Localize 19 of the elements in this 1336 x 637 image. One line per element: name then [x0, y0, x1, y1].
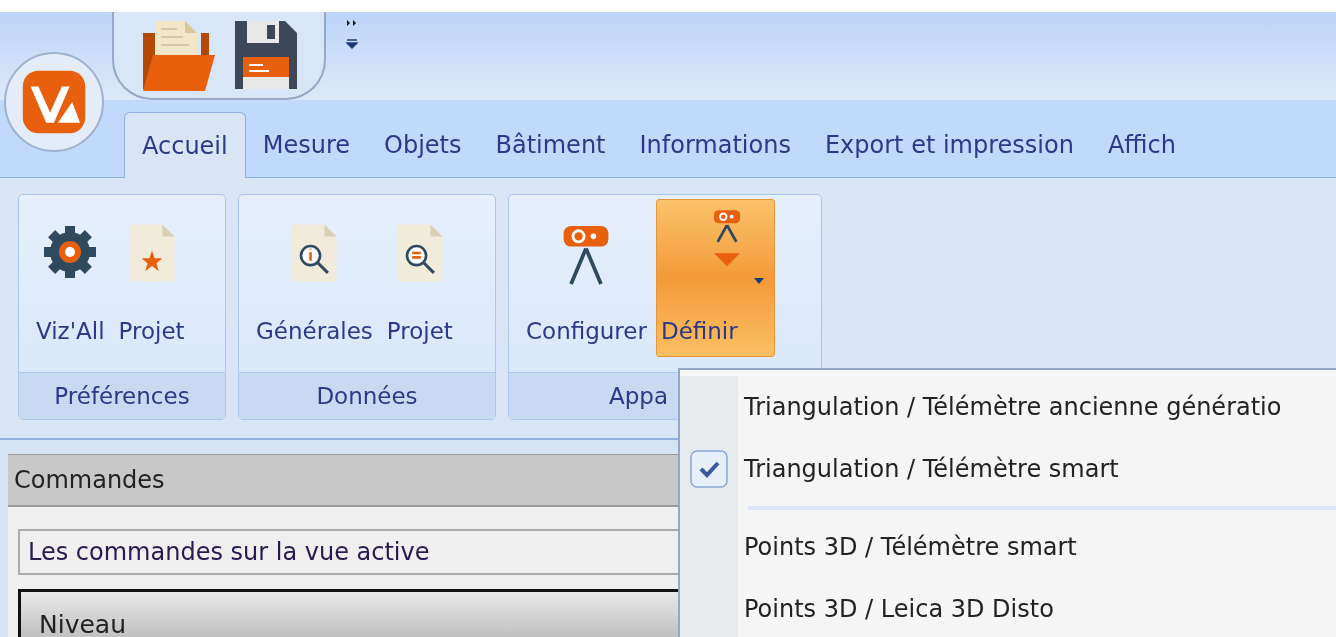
group-label: Préférences — [19, 372, 225, 419]
customize-toolbar-icon[interactable] — [346, 18, 358, 52]
caret-icon — [753, 278, 764, 284]
ribbon-button[interactable]: Projet — [381, 199, 458, 357]
ribbon-tab[interactable]: Bâtiment — [478, 112, 623, 178]
ribbon-tab[interactable]: Mesure — [245, 112, 367, 178]
ribbon-button[interactable]: Configurer — [521, 199, 652, 357]
ribbon-button[interactable]: Générales — [251, 199, 378, 357]
ribbon-tab[interactable]: Affich — [1090, 112, 1193, 178]
menu-item[interactable]: Points 3D / Leica 3D Disto — [680, 578, 1336, 637]
group-label: Données — [239, 372, 495, 419]
ribbon-tab[interactable]: Accueil — [124, 112, 246, 178]
ribbon-button[interactable]: Projet — [113, 199, 190, 357]
ribbon-button[interactable]: Viz'All — [31, 199, 110, 357]
ribbon-tab[interactable]: Informations — [622, 112, 808, 178]
ribbon-button[interactable]: Définir — [655, 199, 775, 357]
save-icon[interactable] — [233, 19, 299, 91]
ribbon-tab[interactable]: Export et impression — [807, 112, 1091, 178]
ribbon-tab[interactable]: Objets — [367, 112, 479, 178]
